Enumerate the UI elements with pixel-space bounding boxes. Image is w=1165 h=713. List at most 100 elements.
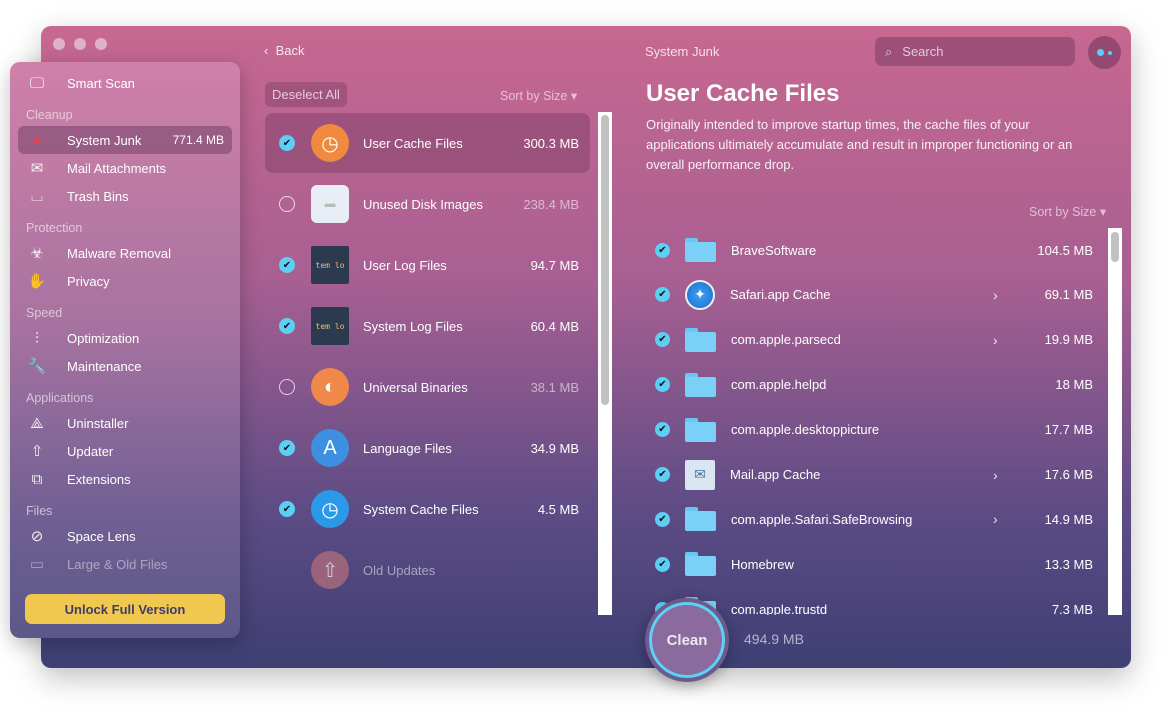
detail-description: Originally intended to improve startup t… xyxy=(646,117,1073,172)
chevron-right-icon[interactable]: › xyxy=(993,511,1023,527)
detail-sort-dropdown[interactable]: Sort by Size ▾ xyxy=(1029,204,1106,219)
junk-category-row[interactable]: ✔ A Language Files 34.9 MB xyxy=(265,418,590,478)
sidebar-item-extensions[interactable]: ⧉ Extensions xyxy=(18,465,232,493)
sidebar-item-malware-removal[interactable]: ☣ Malware Removal xyxy=(18,239,232,267)
search-icon: ⌕ xyxy=(885,43,893,59)
junk-category-row[interactable]: ✔ ◷ System Cache Files 4.5 MB xyxy=(265,479,590,539)
cache-item-row[interactable]: ✔ com.apple.Safari.SafeBrowsing › 14.9 MB xyxy=(645,497,1095,541)
cache-item-label: Mail.app Cache xyxy=(730,467,821,482)
sidebar-item-privacy[interactable]: ✋ Privacy xyxy=(18,267,232,295)
puzzle-icon: ⧉ xyxy=(31,470,43,488)
checkbox[interactable]: ✔ xyxy=(655,422,670,438)
cache-item-row[interactable]: ✔ BraveSoftware 104.5 MB xyxy=(645,228,1095,272)
wrench-icon: 🔧 xyxy=(27,358,47,375)
cache-item-row[interactable]: ✔ ✦ Safari.app Cache › 69.1 MB xyxy=(645,273,1095,317)
cache-item-row[interactable]: ✔ com.apple.helpd 18 MB xyxy=(645,363,1095,407)
user-cache-icon: ◷ xyxy=(311,124,349,162)
checkbox[interactable]: ✔ xyxy=(655,467,670,482)
category-size: 4.5 MB xyxy=(537,501,579,517)
category-label: User Cache Files xyxy=(363,135,463,151)
system-junk-icon: ● xyxy=(32,131,42,149)
cache-item-row[interactable]: ✔ Homebrew 13.3 MB xyxy=(645,542,1095,586)
window-title: System Junk xyxy=(645,44,720,59)
junk-category-row[interactable]: ▬ Unused Disk Images 238.4 MB xyxy=(265,174,590,234)
sidebar-section-header: Files xyxy=(26,504,53,518)
sidebar-item-large-old-files[interactable]: ▭ Large & Old Files xyxy=(18,550,232,578)
detail-title: User Cache Files xyxy=(646,80,840,107)
category-label: User Log Files xyxy=(363,257,447,273)
detail-scrollbar[interactable] xyxy=(1108,228,1122,615)
checkbox[interactable]: ✔ xyxy=(279,135,295,151)
category-size: 94.7 MB xyxy=(530,257,579,273)
sidebar-item-label: Uninstaller xyxy=(67,415,129,431)
hand-icon: ✋ xyxy=(27,273,47,290)
sidebar-section-header: Cleanup xyxy=(26,108,73,122)
detail-scrollbar-thumb[interactable] xyxy=(1111,232,1119,262)
checkbox[interactable]: ✔ xyxy=(655,556,670,572)
sort-by-size-dropdown[interactable]: Sort by Size ▾ xyxy=(500,88,577,103)
sidebar-item-mail-attachments[interactable]: ✉ Mail Attachments xyxy=(18,154,232,182)
assistant-button[interactable] xyxy=(1088,36,1121,69)
search-input[interactable] xyxy=(902,44,1063,59)
checkbox[interactable]: ✔ xyxy=(655,287,670,303)
junk-category-row[interactable]: ✔ tem lo User Log Files 94.7 MB xyxy=(265,235,590,295)
close-button[interactable] xyxy=(53,38,65,50)
checkbox[interactable]: ✔ xyxy=(279,318,295,334)
sidebar-item-space-lens[interactable]: ⊘ Space Lens xyxy=(18,522,232,550)
chevron-right-icon[interactable]: › xyxy=(993,332,1023,348)
cache-item-row[interactable]: ✔ com.apple.desktoppicture 17.7 MB xyxy=(645,408,1095,452)
checkbox[interactable] xyxy=(279,196,295,212)
trash-icon: ⌴ xyxy=(30,187,43,205)
junk-category-row[interactable]: ◐ Universal Binaries 38.1 MB xyxy=(265,357,590,417)
sidebar-item-size: 771.4 MB xyxy=(172,133,224,147)
unlock-full-version-button[interactable]: Unlock Full Version xyxy=(25,594,225,624)
zoom-button[interactable] xyxy=(95,38,107,50)
sidebar-item-label: Malware Removal xyxy=(67,245,172,261)
junk-category-row[interactable]: ✔ ◷ User Cache Files 300.3 MB xyxy=(265,113,590,173)
chevron-right-icon[interactable]: › xyxy=(993,467,1023,483)
junk-category-row[interactable]: ✔ tem lo System Log Files 60.4 MB xyxy=(265,296,590,356)
middle-scrollbar-thumb[interactable] xyxy=(601,115,609,405)
category-size: 60.4 MB xyxy=(530,318,579,334)
cache-item-size: 17.7 MB xyxy=(1044,422,1093,438)
cache-item-row[interactable]: ✔ com.apple.parsecd › 19.9 MB xyxy=(645,318,1095,362)
cache-item-label: Safari.app Cache xyxy=(730,287,831,303)
sidebar-section-header: Speed xyxy=(26,306,63,320)
cache-item-size: 69.1 MB xyxy=(1044,287,1093,303)
chevron-left-icon: ‹ xyxy=(264,43,276,58)
sidebar-item-smart-scan[interactable]: 🖵 Smart Scan xyxy=(18,69,232,97)
checkbox[interactable] xyxy=(279,379,295,395)
sidebar-item-maintenance[interactable]: 🔧 Maintenance xyxy=(18,352,232,380)
sidebar-item-label: Privacy xyxy=(67,273,110,289)
cache-item-row[interactable]: ✔ ✉ Mail.app Cache › 17.6 MB xyxy=(645,453,1095,497)
cache-item-label: com.apple.parsecd xyxy=(731,332,841,348)
sidebar-item-optimization[interactable]: ⫶ Optimization xyxy=(18,324,232,352)
sidebar-item-system-junk[interactable]: ● System Junk 771.4 MB xyxy=(18,126,232,154)
checkbox[interactable]: ✔ xyxy=(655,242,670,258)
sidebar-item-uninstaller[interactable]: ⟁ Uninstaller xyxy=(18,409,232,437)
category-label: Language Files xyxy=(363,440,452,456)
cache-item-label: BraveSoftware xyxy=(731,242,817,258)
sidebar-item-label: Trash Bins xyxy=(67,188,129,204)
cache-item-size: 18 MB xyxy=(1055,377,1093,393)
deselect-all-button[interactable]: Deselect All xyxy=(265,82,347,107)
checkbox[interactable]: ✔ xyxy=(655,332,670,348)
junk-category-row[interactable]: ⇧ Old Updates xyxy=(265,540,590,600)
checkbox[interactable]: ✔ xyxy=(279,440,295,456)
search-box[interactable]: ⌕ xyxy=(875,37,1075,66)
category-label: System Cache Files xyxy=(363,501,479,517)
chevron-right-icon[interactable]: › xyxy=(993,287,1023,303)
sidebar-item-trash-bins[interactable]: ⌴ Trash Bins xyxy=(18,182,232,210)
total-size: 494.9 MB xyxy=(744,631,804,647)
category-label: Unused Disk Images xyxy=(363,196,483,212)
folder-icon xyxy=(685,417,716,442)
checkbox[interactable]: ✔ xyxy=(655,377,670,393)
clean-button[interactable]: Clean xyxy=(645,598,729,682)
minimize-button[interactable] xyxy=(74,38,86,50)
checkbox[interactable]: ✔ xyxy=(655,511,670,527)
sidebar-item-updater[interactable]: ⇧ Updater xyxy=(18,437,232,465)
checkbox[interactable]: ✔ xyxy=(279,257,295,273)
back-button[interactable]: ‹ Back xyxy=(264,43,304,58)
checkbox[interactable]: ✔ xyxy=(279,501,295,517)
cache-item-label: com.apple.trustd xyxy=(731,601,828,615)
